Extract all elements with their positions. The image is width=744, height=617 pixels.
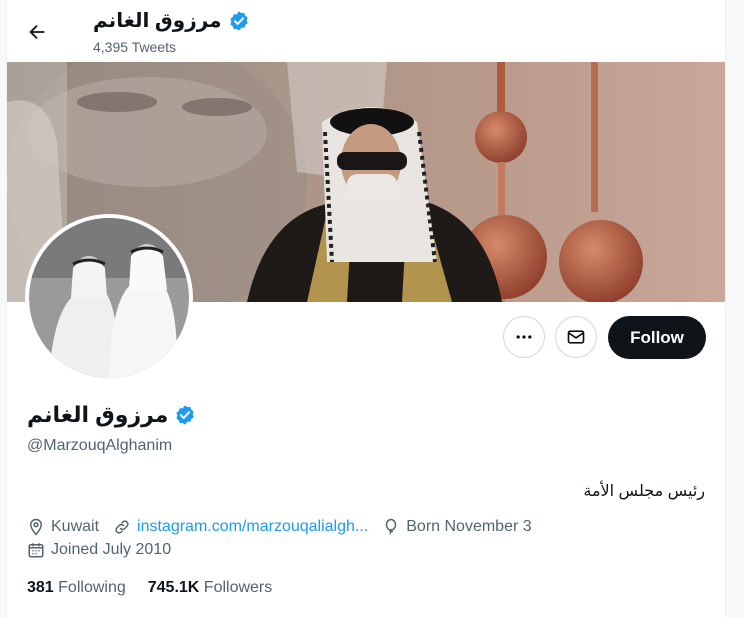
profile-display-name: مرزوق الغانم: [27, 402, 169, 427]
followers-label: Followers: [203, 579, 273, 596]
profile-stats: 381 Following 745.1K Followers: [27, 579, 294, 597]
joined-item: Joined July 2010: [27, 541, 171, 559]
header-display-name: مرزوق الغانم: [93, 10, 222, 32]
calendar-icon: [28, 543, 44, 558]
tweet-count: 4,395 Tweets: [93, 39, 177, 55]
profile-bio: رئيس مجلس الأمة: [583, 483, 705, 500]
avatar-image: [29, 218, 189, 378]
location-item: Kuwait: [27, 518, 99, 536]
followers-count: 745.1K: [147, 579, 200, 596]
website-item: instagram.com/marzouqalialgh...: [113, 518, 368, 536]
followers-link[interactable]: 745.1K Followers: [148, 579, 273, 597]
verified-badge-icon: [229, 10, 248, 31]
more-dots-icon: [516, 335, 532, 339]
profile-avatar[interactable]: [25, 214, 193, 382]
birthday-text: Born November 3: [406, 518, 532, 535]
follow-button[interactable]: Follow: [608, 316, 706, 359]
profile-name-group: مرزوق الغانم: [27, 402, 196, 428]
more-options-button[interactable]: [503, 316, 545, 358]
message-button[interactable]: [555, 316, 597, 358]
envelope-icon: [567, 330, 585, 344]
arrow-left-icon: [29, 24, 45, 40]
location-text: Kuwait: [51, 518, 100, 535]
link-icon: [115, 520, 129, 534]
birthday-item: Born November 3: [382, 518, 532, 536]
website-link[interactable]: instagram.com/marzouqalialgh...: [137, 518, 368, 536]
balloon-icon: [386, 518, 397, 535]
following-link[interactable]: 381 Following: [27, 579, 126, 597]
joined-text: Joined July 2010: [51, 541, 172, 558]
back-button[interactable]: [19, 14, 55, 50]
following-count: 381: [27, 579, 54, 596]
location-pin-icon: [29, 518, 43, 536]
profile-handle: @MarzouqAlghanim: [27, 437, 173, 454]
profile-header-bar: مرزوق الغانم 4,395 Tweets: [7, 0, 725, 62]
profile-meta-row-2: Joined July 2010: [27, 541, 185, 559]
verified-badge-icon[interactable]: [174, 404, 196, 426]
header-name-group: مرزوق الغانم: [93, 8, 250, 33]
profile-meta-row: Kuwait instagram.com/marzouqalialgh... B…: [27, 518, 546, 536]
following-label: Following: [58, 579, 126, 596]
profile-page: مرزوق الغانم 4,395 Tweets Follow مرزوق ا…: [6, 0, 726, 617]
